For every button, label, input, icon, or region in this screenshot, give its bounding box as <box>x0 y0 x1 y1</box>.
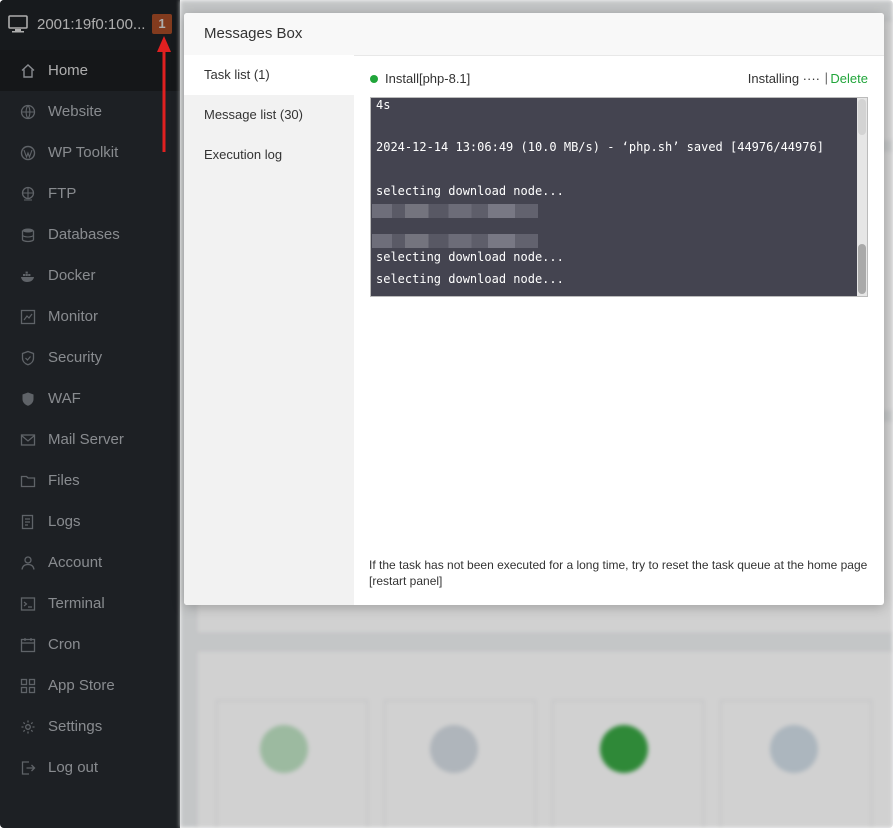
messages-box-dialog: Messages Box Task list (1) Message list … <box>184 13 884 605</box>
log-line: selecting download node... <box>376 184 564 198</box>
sidebar-item-security[interactable]: Security <box>0 337 180 378</box>
sidebar-item-log-out[interactable]: Log out <box>0 747 180 788</box>
sidebar-item-label: Databases <box>48 226 120 243</box>
sidebar-item-wp-toolkit[interactable]: WP Toolkit <box>0 132 180 173</box>
mail-icon <box>20 432 36 448</box>
task-list-panel: Install[php-8.1] Installing ···· | Delet… <box>354 55 884 605</box>
sidebar-nav: Home Website WP Toolkit FTP Databases Docker M… <box>0 50 180 788</box>
sidebar-item-label: Home <box>48 62 89 79</box>
sidebar-item-docker[interactable]: Docker <box>0 255 180 296</box>
sidebar-item-label: Account <box>48 554 103 571</box>
logs-icon <box>20 514 36 530</box>
sidebar-item-label: Logs <box>48 513 81 530</box>
sidebar-item-label: Website <box>48 103 102 120</box>
status-dot-icon <box>370 75 378 83</box>
sidebar-item-mail-server[interactable]: Mail Server <box>0 419 180 460</box>
terminal-icon <box>20 596 36 612</box>
redacted-log-line <box>372 234 538 248</box>
sidebar-item-settings[interactable]: Settings <box>0 706 180 747</box>
log-line: selecting download node... <box>376 272 564 286</box>
sidebar-item-label: Files <box>48 472 80 489</box>
sidebar-item-databases[interactable]: Databases <box>0 214 180 255</box>
annotation-arrow-icon <box>157 36 171 152</box>
dialog-title: Messages Box <box>204 25 303 42</box>
sidebar-item-waf[interactable]: WAF <box>0 378 180 419</box>
redacted-log-line <box>372 204 538 218</box>
dialog-tabs: Task list (1) Message list (30) Executio… <box>184 55 354 605</box>
log-line: 4s <box>376 98 391 112</box>
gear-icon <box>20 719 36 735</box>
app-window: 2001:19f0:100... 1 Home Website WP Toolkit… <box>0 0 893 828</box>
sidebar-item-terminal[interactable]: Terminal <box>0 583 180 624</box>
task-name: Install[php-8.1] <box>385 71 471 86</box>
sidebar-item-label: Monitor <box>48 308 99 325</box>
sidebar-item-label: WAF <box>48 390 81 407</box>
task-separator: | <box>824 70 828 85</box>
user-icon <box>20 555 36 571</box>
log-scrollbar-thumb[interactable] <box>858 244 866 294</box>
database-icon <box>20 227 36 243</box>
wordpress-icon <box>20 145 36 161</box>
sidebar-header: 2001:19f0:100... 1 <box>0 0 180 50</box>
globe-icon <box>20 104 36 120</box>
server-host-label[interactable]: 2001:19f0:100... <box>37 16 145 33</box>
sidebar-item-label: Settings <box>48 718 103 735</box>
logout-icon <box>20 760 36 776</box>
task-queue-hint: If the task has not been executed for a … <box>369 558 868 588</box>
sidebar-item-website[interactable]: Website <box>0 91 180 132</box>
apps-icon <box>20 678 36 694</box>
tab-message-list[interactable]: Message list (30) <box>184 95 354 135</box>
home-icon <box>20 63 36 79</box>
sidebar: 2001:19f0:100... 1 Home Website WP Toolkit… <box>0 0 180 828</box>
sidebar-item-ftp[interactable]: FTP <box>0 173 180 214</box>
task-count-badge[interactable]: 1 <box>152 14 172 34</box>
ftp-icon <box>20 186 36 202</box>
log-line: selecting download node... <box>376 250 564 264</box>
sidebar-item-label: WP Toolkit <box>48 144 119 161</box>
sidebar-item-label: Cron <box>48 636 81 653</box>
monitor-icon <box>8 15 28 33</box>
sidebar-item-monitor[interactable]: Monitor <box>0 296 180 337</box>
sidebar-item-label: Docker <box>48 267 96 284</box>
tab-execution-log[interactable]: Execution log <box>184 135 354 175</box>
clock-icon <box>20 637 36 653</box>
sidebar-item-label: Log out <box>48 759 99 776</box>
folder-icon <box>20 473 36 489</box>
sidebar-item-label: Terminal <box>48 595 105 612</box>
monitor-chart-icon <box>20 309 36 325</box>
task-status: Installing ···· <box>747 71 820 86</box>
docker-icon <box>20 268 36 284</box>
sidebar-item-cron[interactable]: Cron <box>0 624 180 665</box>
scrollbar-track-top <box>858 99 866 135</box>
task-item: Install[php-8.1] Installing ···· | Delet… <box>370 69 868 87</box>
waf-shield-icon <box>20 391 36 407</box>
sidebar-item-logs[interactable]: Logs <box>0 501 180 542</box>
log-line: 2024-12-14 13:06:49 (10.0 MB/s) - ‘php.s… <box>376 140 824 154</box>
sidebar-item-account[interactable]: Account <box>0 542 180 583</box>
delete-task-link[interactable]: Delete <box>830 71 868 86</box>
log-scrollbar[interactable] <box>857 98 867 296</box>
dialog-title-bar: Messages Box <box>184 13 884 56</box>
sidebar-item-files[interactable]: Files <box>0 460 180 501</box>
shield-icon <box>20 350 36 366</box>
sidebar-item-label: Security <box>48 349 103 366</box>
sidebar-item-app-store[interactable]: App Store <box>0 665 180 706</box>
sidebar-item-label: App Store <box>48 677 115 694</box>
tab-task-list[interactable]: Task list (1) <box>184 55 354 95</box>
task-log-terminal[interactable]: 4s 2024-12-14 13:06:49 (10.0 MB/s) - ‘ph… <box>370 97 868 297</box>
sidebar-item-label: FTP <box>48 185 77 202</box>
sidebar-item-label: Mail Server <box>48 431 124 448</box>
sidebar-item-home[interactable]: Home <box>0 50 180 91</box>
